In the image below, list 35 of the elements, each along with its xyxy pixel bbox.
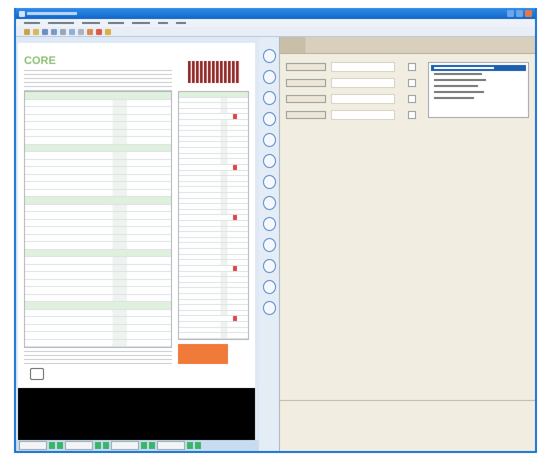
side-tool-button[interactable] (262, 280, 276, 294)
side-tool-button[interactable] (262, 217, 276, 231)
checkbox[interactable] (408, 63, 416, 71)
side-tool-button[interactable] (262, 301, 276, 315)
checkbox[interactable] (408, 111, 416, 119)
side-tool-button[interactable] (262, 133, 276, 147)
side-tool-button[interactable] (262, 70, 276, 84)
checkbox[interactable] (408, 79, 416, 87)
side-tool-button[interactable] (262, 91, 276, 105)
side-tool-button[interactable] (262, 49, 276, 63)
list-item[interactable] (431, 65, 526, 71)
app-icon (19, 10, 25, 16)
field-label-button[interactable] (286, 111, 326, 119)
logo-text: CORE (24, 55, 56, 67)
field-label-button[interactable] (286, 95, 326, 103)
nav-field-drawing (19, 441, 47, 450)
side-tool-button[interactable] (262, 196, 276, 210)
field-label-button[interactable] (286, 79, 326, 87)
nav-field-drawing (111, 441, 139, 450)
input-field[interactable] (331, 94, 395, 104)
side-tool-button[interactable] (262, 259, 276, 273)
barcode-drawing (188, 61, 239, 83)
side-tool-button[interactable] (262, 154, 276, 168)
checkbox[interactable] (408, 95, 416, 103)
nav-field-drawing (65, 441, 93, 450)
input-field[interactable] (331, 110, 395, 120)
title-text-drawing (27, 12, 77, 15)
stamp-drawing (178, 344, 228, 364)
side-tool-button[interactable] (262, 112, 276, 126)
nav-field-drawing (157, 441, 185, 450)
input-field[interactable] (331, 62, 395, 72)
side-tool-button[interactable] (262, 175, 276, 189)
side-tool-button[interactable] (262, 238, 276, 252)
input-field[interactable] (331, 78, 395, 88)
field-label-button[interactable] (286, 63, 326, 71)
